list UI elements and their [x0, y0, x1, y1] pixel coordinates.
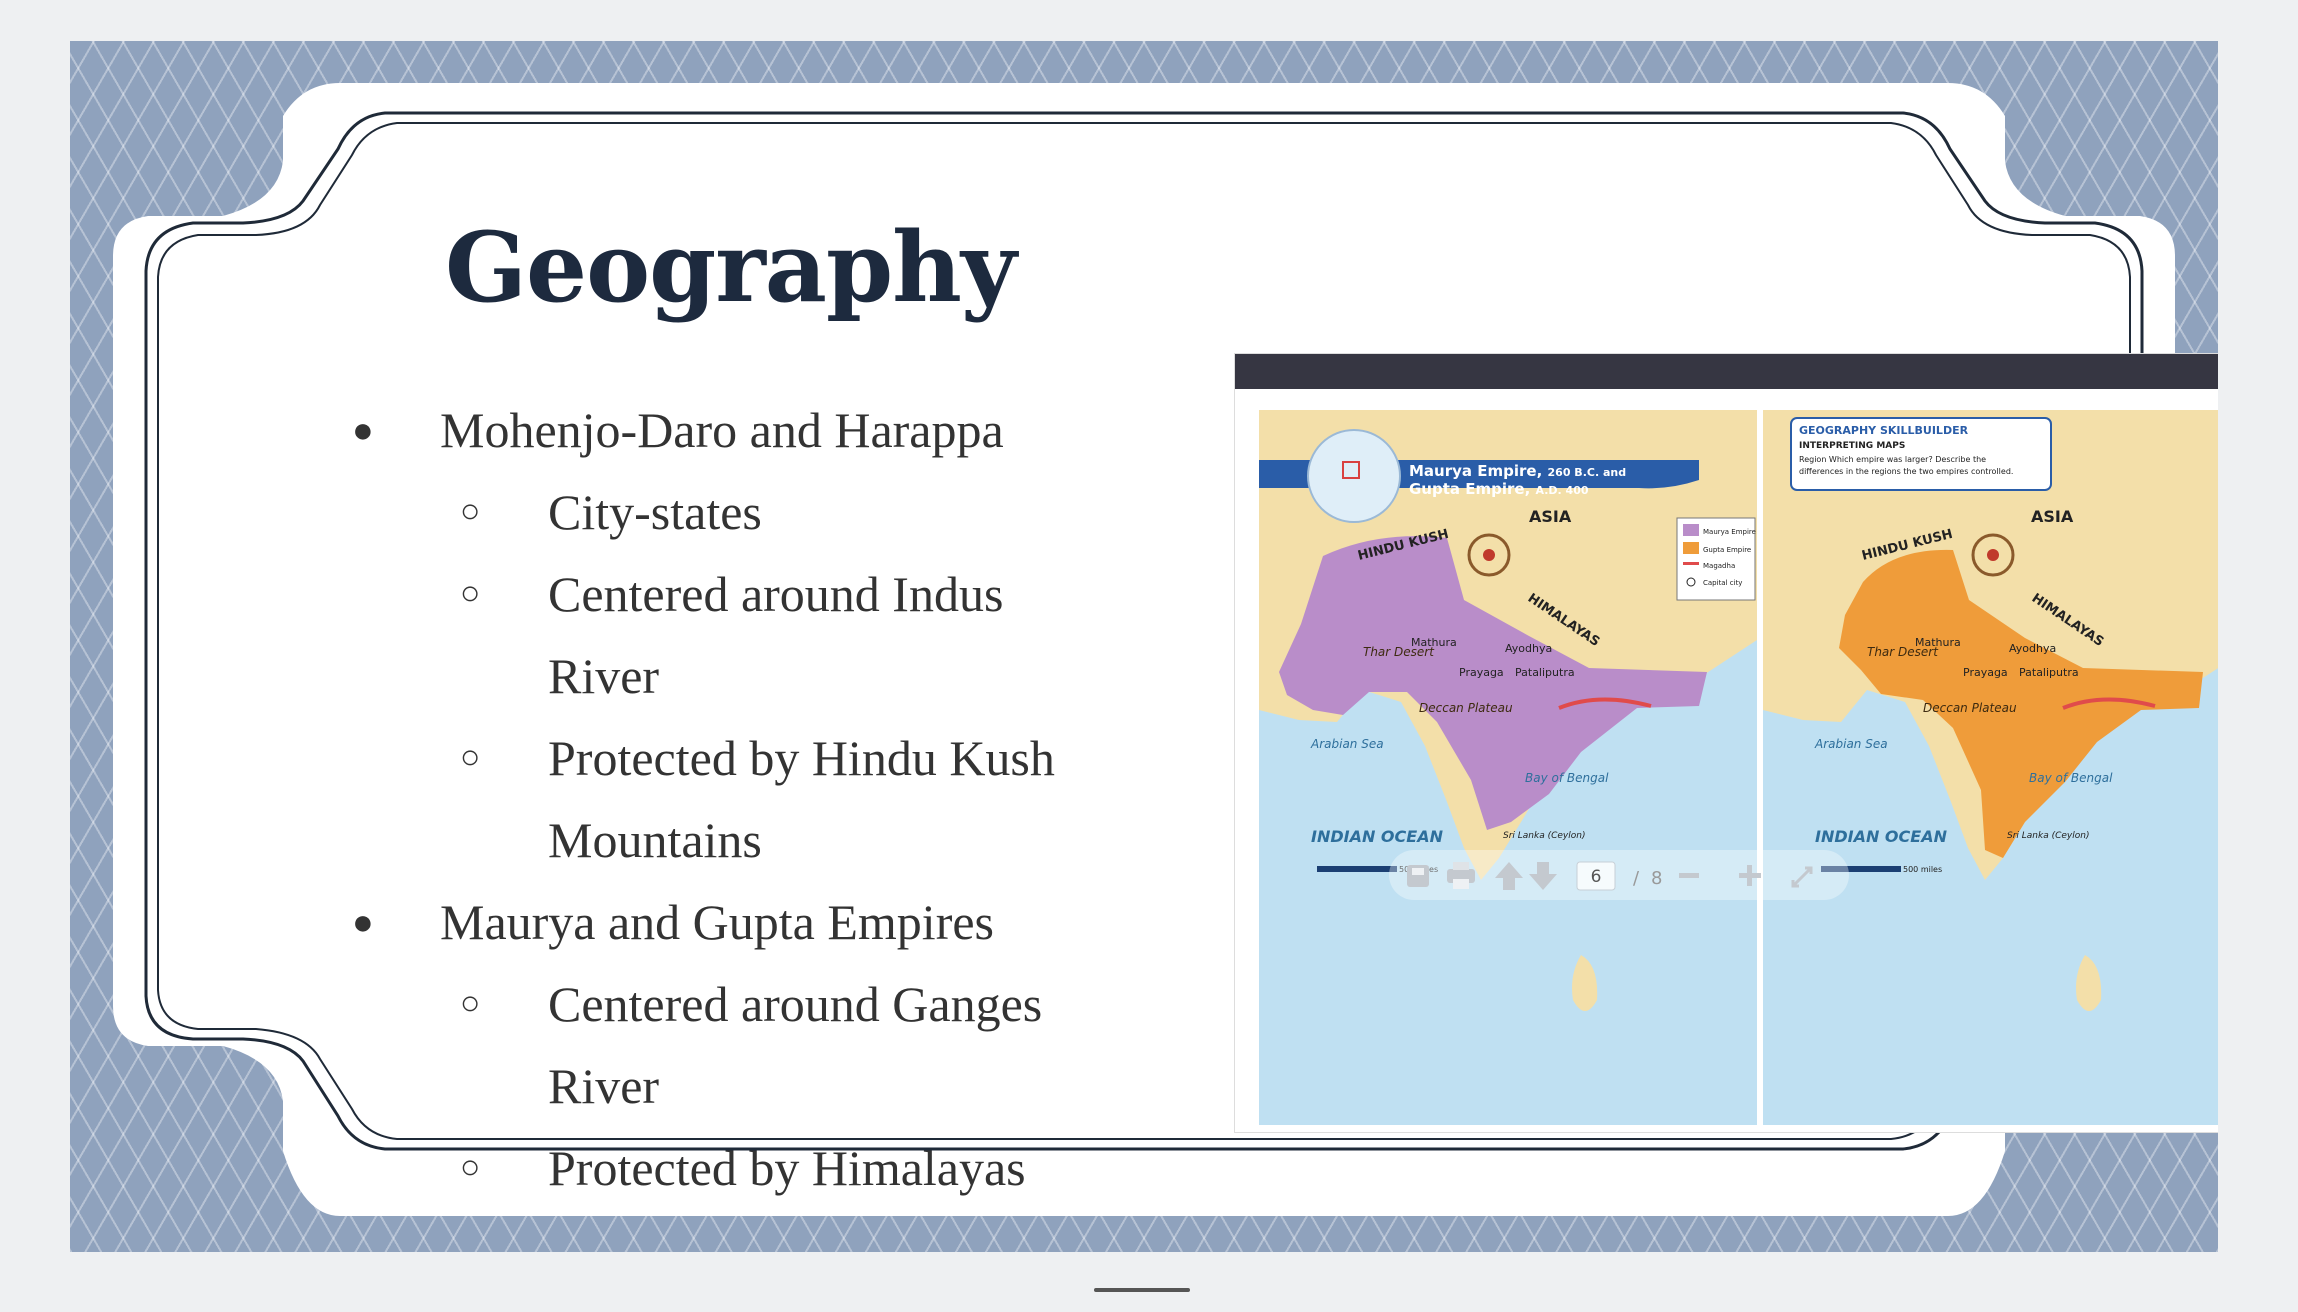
bullet-text: River	[548, 648, 660, 704]
bullet-text: River	[548, 1058, 660, 1114]
svg-text:Pataliputra: Pataliputra	[1515, 666, 1575, 679]
svg-text:Prayaga: Prayaga	[1963, 666, 2008, 679]
bullet-text: Protected by Hindu Kush	[548, 730, 1055, 786]
svg-text:Ayodhya: Ayodhya	[1505, 642, 1552, 655]
page-separator: /	[1633, 868, 1640, 889]
bullet-continuation: River	[340, 635, 1180, 717]
bullet-text: Maurya and Gupta Empires	[440, 894, 995, 950]
zoom-out-icon[interactable]	[1679, 873, 1699, 878]
sub-bullet-item: ○ Protected by Hindu Kush	[340, 717, 1180, 799]
svg-text:Deccan Plateau: Deccan Plateau	[1419, 701, 1513, 715]
map-image: Maurya Empire, 260 B.C. and Gupta Empire…	[1259, 410, 2218, 1125]
sub-bullet-item: ○ Protected by Himalayas	[340, 1127, 1180, 1209]
sub-bullet-circle: ○	[460, 575, 481, 612]
svg-text:Bay of Bengal: Bay of Bengal	[1525, 771, 1609, 785]
svg-text:ASIA: ASIA	[1529, 507, 1572, 526]
bullet-text: Centered around Indus	[548, 566, 1004, 622]
save-icon[interactable]	[1407, 865, 1429, 887]
bullet-text: City-states	[548, 484, 762, 540]
bullet-continuation: River	[340, 1045, 1180, 1127]
bullet-text: Mountains	[548, 812, 762, 868]
slide: Geography ● Mohenjo-Daro and Harappa ○ Cit…	[70, 41, 2218, 1252]
svg-text:Magadha: Magadha	[1703, 562, 1735, 570]
svg-text:differences in the regions the: differences in the regions the two empir…	[1799, 467, 2013, 476]
svg-text:INDIAN OCEAN: INDIAN OCEAN	[1815, 827, 1948, 846]
right-map: GEOGRAPHY SKILLBUILDER INTERPRETING MAPS…	[1763, 410, 2218, 1125]
embedded-pdf-viewer[interactable]: Maurya Empire, 260 B.C. and Gupta Empire…	[1234, 353, 2218, 1133]
bullet-continuation: Mountains	[340, 799, 1180, 881]
sub-bullet-circle: ○	[460, 985, 481, 1022]
bullet-text: Mohenjo-Daro and Harappa	[440, 402, 1004, 458]
svg-text:Region Which empire was large: Region Which empire was larger? Describe…	[1799, 455, 1986, 464]
sub-bullet-item: ○ Centered around Indus	[340, 553, 1180, 635]
svg-text:Ayodhya: Ayodhya	[2009, 642, 2056, 655]
bullet-dot: ●	[352, 902, 374, 942]
svg-text:Prayaga: Prayaga	[1459, 666, 1504, 679]
svg-text:Bay of Bengal: Bay of Bengal	[2029, 771, 2113, 785]
bullet-text: Protected by Himalayas	[548, 1140, 1026, 1196]
svg-text:Deccan Plateau: Deccan Plateau	[1923, 701, 2017, 715]
page-number-current: 6	[1591, 867, 1602, 887]
svg-text:INTERPRETING MAPS: INTERPRETING MAPS	[1799, 441, 1905, 451]
map-legend: Maurya Empire Gupta Empire Magadha Capit…	[1676, 517, 1756, 601]
svg-text:500 miles: 500 miles	[1903, 865, 1942, 874]
bullet-item: ● Mohenjo-Daro and Harappa	[340, 389, 1180, 471]
sub-bullet-item: ○ City-states	[340, 471, 1180, 553]
bullet-dot: ●	[352, 410, 374, 450]
svg-text:Capital city: Capital city	[1703, 579, 1742, 587]
page-total: 8	[1651, 868, 1662, 889]
sub-bullet-circle: ○	[460, 739, 481, 776]
svg-text:Pataliputra: Pataliputra	[2019, 666, 2079, 679]
slide-title: Geography	[445, 211, 1017, 324]
svg-text:Gupta Empire: Gupta Empire	[1703, 546, 1751, 554]
svg-text:Arabian Sea: Arabian Sea	[1310, 737, 1384, 751]
svg-text:Thar Desert: Thar Desert	[1363, 645, 1435, 659]
svg-text:Maurya Empire: Maurya Empire	[1703, 528, 1756, 536]
svg-text:Thar Desert: Thar Desert	[1867, 645, 1939, 659]
svg-text:Sri Lanka (Ceylon): Sri Lanka (Ceylon)	[1503, 831, 1585, 841]
viewer-toolbar: 6 / 8	[1389, 850, 1849, 900]
svg-text:INDIAN OCEAN: INDIAN OCEAN	[1311, 827, 1444, 846]
sub-bullet-circle: ○	[460, 493, 481, 530]
svg-text:GEOGRAPHY SKILLBUILDER: GEOGRAPHY SKILLBUILDER	[1799, 424, 1969, 437]
sub-bullet-circle: ○	[460, 1149, 481, 1186]
slide-panel-resize-handle[interactable]	[1094, 1288, 1190, 1292]
sub-bullet-item: ○ Centered around Ganges	[340, 963, 1180, 1045]
svg-text:Arabian Sea: Arabian Sea	[1814, 737, 1888, 751]
svg-text:Sri Lanka (Ceylon): Sri Lanka (Ceylon)	[2007, 831, 2089, 841]
bullet-text: Centered around Ganges	[548, 976, 1043, 1032]
svg-text:ASIA: ASIA	[2031, 507, 2074, 526]
bullet-item: ● Maurya and Gupta Empires	[340, 881, 1180, 963]
left-map: Maurya Empire, 260 B.C. and Gupta Empire…	[1259, 410, 1757, 1125]
viewer-top-bar	[1235, 354, 2218, 389]
bullet-list: ● Mohenjo-Daro and Harappa ○ City-states ○…	[340, 389, 1180, 1209]
